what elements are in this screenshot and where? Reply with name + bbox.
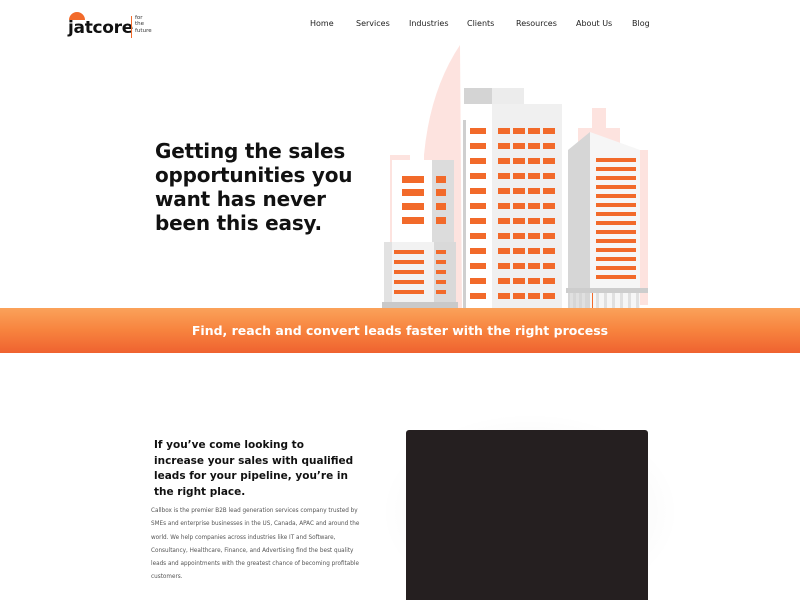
nav-clients[interactable]: Clients bbox=[467, 19, 494, 28]
nav-services[interactable]: Services bbox=[356, 19, 390, 28]
intro-body: Callbox is the premier B2B lead generati… bbox=[151, 508, 360, 581]
value-banner: Find, reach and convert leads faster wit… bbox=[0, 308, 800, 353]
nav-industries[interactable]: Industries bbox=[409, 19, 448, 28]
intro-heading: If you’ve come looking to increase your … bbox=[154, 439, 354, 498]
nav-resources[interactable]: Resources bbox=[516, 19, 557, 28]
main-nav: Home Services Industries Clients Resourc… bbox=[0, 19, 800, 31]
city-buildings-illustration bbox=[382, 45, 648, 310]
nav-home[interactable]: Home bbox=[310, 19, 334, 28]
nav-about-us[interactable]: About Us bbox=[576, 19, 612, 28]
video-player[interactable] bbox=[406, 430, 648, 600]
hero-title: Getting the sales opportunities you want… bbox=[155, 139, 353, 235]
nav-blog[interactable]: Blog bbox=[632, 19, 650, 28]
banner-text: Find, reach and convert leads faster wit… bbox=[191, 323, 609, 338]
